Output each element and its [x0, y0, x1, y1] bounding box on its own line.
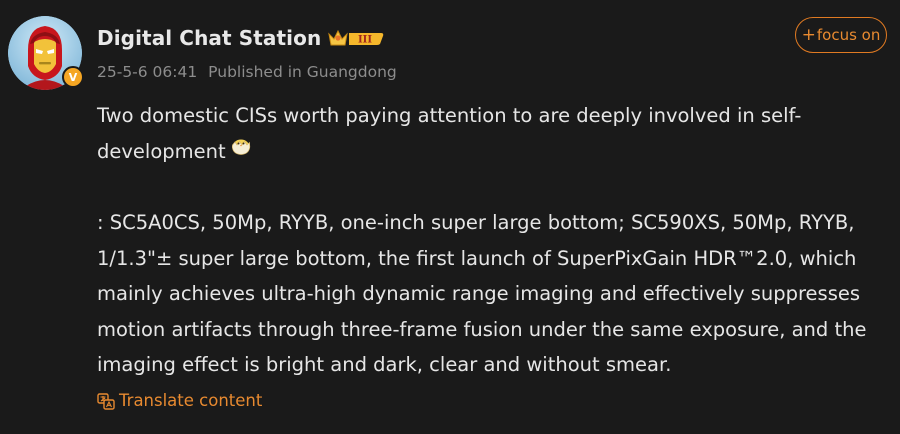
author-avatar[interactable]: V — [8, 16, 84, 90]
translate-button[interactable]: Translate content — [97, 391, 262, 410]
post-meta: 25-5-6 06:41 Published in Guangdong — [97, 63, 397, 81]
post-paragraph-1: Two domestic CISs worth paying attention… — [97, 98, 877, 169]
plus-icon: + — [801, 24, 816, 45]
translate-icon — [97, 392, 115, 410]
author-line: Digital Chat Station III — [97, 24, 385, 52]
translate-label: Translate content — [119, 391, 263, 410]
level-text: III — [358, 35, 372, 46]
post-paragraph-1-text: Two domestic CISs worth paying attention… — [97, 104, 802, 163]
post-paragraph-2: : SC5A0CS, 50Mp, RYYB, one-inch super la… — [97, 211, 867, 376]
hatching-chick-icon — [230, 132, 252, 168]
follow-button-label: focus on — [816, 26, 881, 44]
weibo-post: V Digital Chat Station III 25-5-6 06:41 … — [0, 0, 900, 434]
follow-button[interactable]: + focus on — [795, 17, 887, 53]
verified-badge: V — [62, 66, 84, 88]
author-name[interactable]: Digital Chat Station — [97, 26, 321, 50]
crown-level-icon[interactable]: III — [327, 27, 385, 49]
post-location: Published in Guangdong — [208, 63, 397, 81]
post-timestamp: 25-5-6 06:41 — [97, 63, 198, 81]
post-content: Two domestic CISs worth paying attention… — [97, 98, 877, 383]
